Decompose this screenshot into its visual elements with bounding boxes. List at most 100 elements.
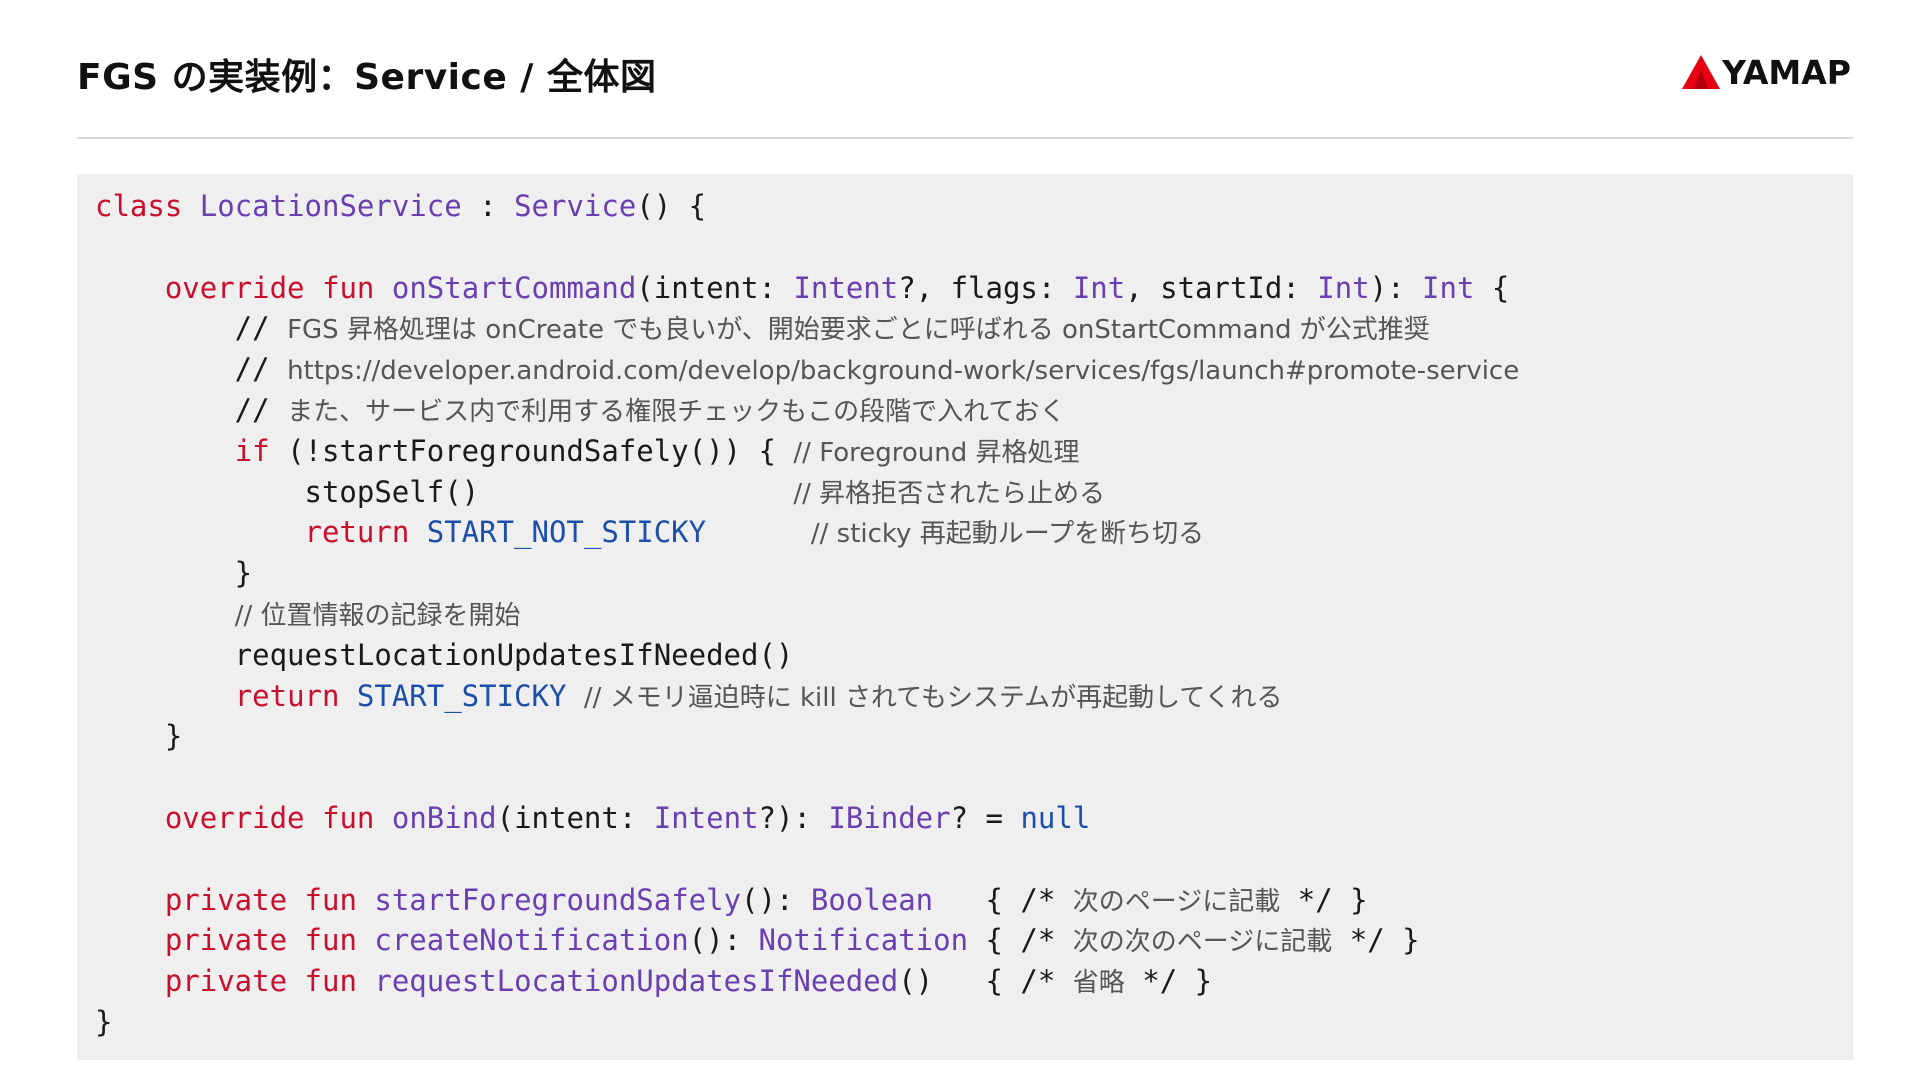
code-lines: class LocationService : Service() { over…: [95, 186, 1519, 1043]
code-token: ?, flags:: [898, 270, 1073, 305]
code-token: () {: [636, 189, 707, 223]
code-token: //: [95, 392, 288, 427]
code-token: fun: [322, 270, 375, 305]
code-token: requestLocationUpdatesIfNeeded(): [95, 637, 794, 672]
code-token: ?):: [758, 800, 829, 835]
code-token: onStartCommand: [391, 270, 637, 305]
code-line: private fun createNotification(): Notifi…: [95, 920, 1519, 961]
code-token: { /*: [933, 882, 1073, 917]
code-line: private fun requestLocationUpdatesIfNeed…: [95, 961, 1519, 1002]
code-line: return START_STICKY // メモリ逼迫時に kill されても…: [95, 676, 1519, 717]
code-token: }: [95, 719, 183, 754]
code-token: fun: [304, 923, 357, 958]
code-line: if (!startForegroundSafely()) { // Foreg…: [95, 431, 1519, 472]
slide: FGS の実装例：Service / 全体図 YAMAP class Locat…: [0, 0, 1920, 1080]
code-token: Intent: [793, 270, 899, 305]
code-comment: // sticky 再起動ループを断ち切る: [810, 519, 1205, 550]
code-line: return START_NOT_STICKY // sticky 再起動ループ…: [95, 512, 1519, 553]
code-line: // 位置情報の記録を開始: [95, 594, 1519, 635]
code-comment: 省略: [1072, 968, 1125, 999]
code-token: :: [461, 189, 515, 223]
code-token: override: [164, 800, 305, 835]
code-comment: 次の次のページに記載: [1072, 927, 1333, 958]
code-token: ? =: [950, 800, 1021, 835]
code-comment: https://developer.android.com/develop/ba…: [287, 356, 1520, 387]
header-divider: [77, 137, 1853, 139]
code-token: (!startForegroundSafely()) {: [269, 433, 794, 468]
code-line: private fun startForegroundSafely(): Boo…: [95, 880, 1519, 921]
code-token: null: [1020, 800, 1091, 835]
code-token: ):: [1369, 270, 1423, 305]
code-token: fun: [304, 882, 357, 917]
brand-logo: YAMAP: [1682, 52, 1851, 92]
code-token: return: [234, 678, 340, 713]
code-line: // また、サービス内で利用する権限チェックもこの段階で入れておく: [95, 390, 1519, 431]
code-token: Notification: [758, 923, 969, 958]
code-token: { /*: [968, 923, 1073, 958]
code-token: }: [95, 1004, 113, 1039]
code-line: requestLocationUpdatesIfNeeded(): [95, 635, 1519, 676]
code-token: fun: [322, 800, 375, 835]
code-token: private: [164, 923, 288, 958]
code-token: override: [164, 270, 305, 305]
code-token: ():: [741, 882, 811, 917]
code-line: override fun onBind(intent: Intent?): IB…: [95, 798, 1519, 839]
code-line: }: [95, 553, 1519, 594]
code-token: createNotification: [374, 923, 689, 958]
code-comment: // 昇格拒否されたら止める: [793, 478, 1106, 509]
code-line: }: [95, 716, 1519, 757]
code-token: private: [164, 882, 288, 917]
code-token: }: [95, 556, 253, 591]
code-line: // https://developer.android.com/develop…: [95, 349, 1520, 390]
code-token: () { /*: [898, 964, 1073, 999]
code-token: , startId:: [1125, 270, 1318, 305]
code-token: //: [95, 311, 288, 346]
code-token: if: [234, 433, 270, 468]
code-token: (intent:: [496, 800, 654, 835]
code-token: stopSelf(): [95, 474, 794, 509]
code-token: ():: [688, 923, 759, 958]
code-token: return: [304, 515, 410, 550]
code-token: Service: [514, 189, 637, 223]
code-line: // FGS 昇格処理は onCreate でも良いが、開始要求ごとに呼ばれる …: [95, 308, 1519, 349]
page-title: FGS の実装例：Service / 全体図: [77, 57, 657, 98]
code-comment: また、サービス内で利用する権限チェックもこの段階で入れておく: [287, 396, 1066, 427]
code-token: fun: [304, 964, 357, 999]
code-token: startForegroundSafely: [374, 882, 742, 917]
code-line: override fun onStartCommand(intent: Inte…: [95, 268, 1519, 309]
code-token: Int: [1072, 270, 1126, 305]
code-token: Int: [1422, 270, 1475, 305]
code-token: LocationService: [199, 189, 462, 223]
code-block: class LocationService : Service() { over…: [77, 174, 1853, 1060]
code-comment: FGS 昇格処理は onCreate でも良いが、開始要求ごとに呼ばれる onS…: [287, 315, 1430, 346]
code-token: */ }: [1332, 923, 1420, 958]
code-token: //: [95, 352, 288, 387]
code-line: class LocationService : Service() {: [95, 186, 1519, 227]
code-token: Int: [1317, 270, 1370, 305]
logo-text: YAMAP: [1722, 52, 1851, 92]
code-token: START_NOT_STICKY: [426, 515, 707, 550]
code-token: (intent:: [636, 270, 794, 305]
